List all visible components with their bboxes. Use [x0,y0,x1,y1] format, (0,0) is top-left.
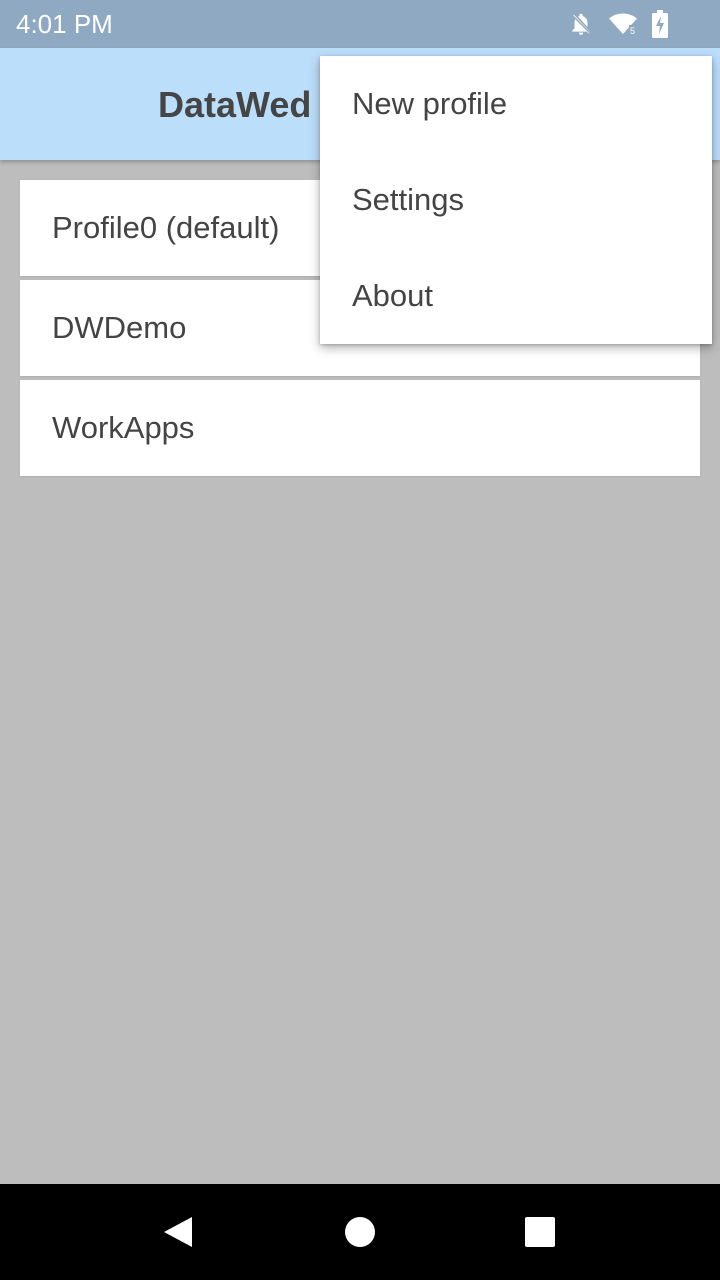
profile-label: DWDemo [52,310,187,345]
back-icon[interactable] [158,1212,198,1252]
profile-label: WorkApps [52,410,195,445]
bell-off-icon [568,11,594,37]
status-time: 4:01 PM [16,9,113,39]
battery-charging-icon [652,10,668,38]
status-icons: 5 [568,10,668,38]
svg-text:5: 5 [630,26,635,36]
menu-item-label: About [352,278,434,313]
menu-item-label: New profile [352,86,508,121]
wifi-icon: 5 [608,11,638,37]
menu-item-new-profile[interactable]: New profile [320,56,712,152]
menu-item-settings[interactable]: Settings [320,152,712,248]
profile-label: Profile0 (default) [52,210,280,245]
menu-item-label: Settings [352,182,465,217]
navigation-bar [0,1184,720,1280]
app-title: DataWed [158,84,312,125]
home-icon[interactable] [340,1212,380,1252]
overflow-menu: New profile Settings About [320,56,712,344]
status-bar: 4:01 PM 5 [0,0,720,48]
list-item[interactable]: WorkApps [20,380,700,476]
menu-item-about[interactable]: About [320,248,712,344]
recents-icon[interactable] [520,1212,560,1252]
